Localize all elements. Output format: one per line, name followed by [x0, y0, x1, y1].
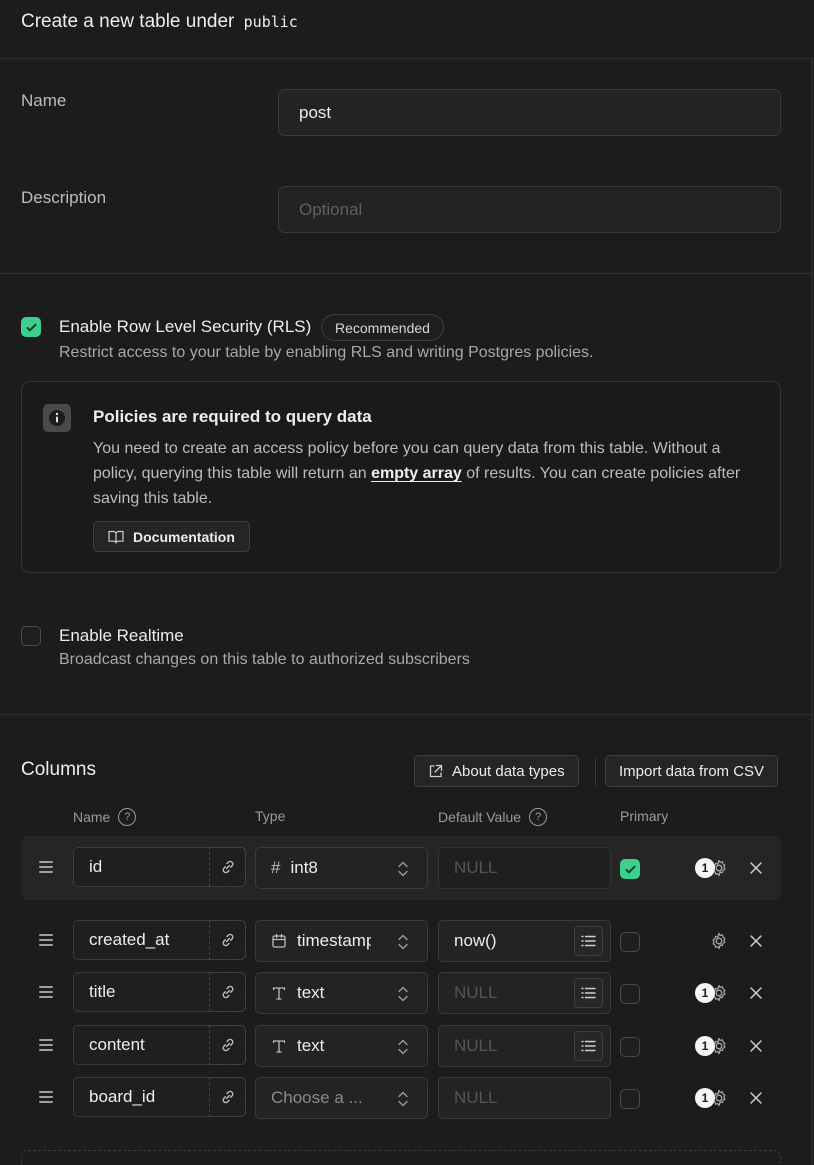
external-link-icon — [429, 764, 443, 777]
text-type-icon — [272, 1040, 286, 1053]
chevron-up-down-icon — [398, 1039, 408, 1055]
chevron-up-down-icon — [398, 1091, 408, 1107]
drag-handle-icon[interactable] — [39, 986, 53, 998]
drag-handle-icon[interactable] — [39, 1091, 53, 1103]
chevron-up-down-icon — [398, 986, 408, 1002]
column-row-created-at: created_at timestamptz now() — [21, 920, 781, 964]
dialog-header: Create a new table under public — [0, 0, 814, 59]
column-type-select[interactable]: timestamptz — [255, 920, 428, 962]
close-icon[interactable] — [748, 860, 764, 876]
scrollbar-track[interactable] — [811, 59, 813, 1165]
realtime-description: Broadcast changes on this table to autho… — [59, 651, 470, 668]
columns-title: Columns — [21, 759, 96, 780]
description-input[interactable] — [278, 186, 781, 233]
foreign-key-link-icon[interactable] — [209, 920, 246, 960]
drag-handle-icon[interactable] — [39, 934, 53, 946]
rls-description: Restrict access to your table by enablin… — [59, 344, 594, 361]
close-icon[interactable] — [748, 1038, 764, 1054]
schema-name: public — [243, 13, 298, 31]
primary-key-checkbox[interactable] — [620, 1089, 640, 1109]
import-csv-button[interactable]: Import data from CSV — [605, 755, 779, 787]
check-icon — [624, 865, 636, 873]
col-header-type: Type — [255, 808, 286, 824]
calendar-icon — [272, 933, 286, 948]
info-icon — [43, 404, 71, 432]
callout-title: Policies are required to query data — [93, 407, 372, 426]
chevron-up-down-icon — [398, 934, 408, 950]
column-type-select[interactable]: text — [255, 1025, 428, 1067]
column-row-content: content text NULL 1 — [21, 1025, 781, 1069]
col-header-name: Name? — [73, 808, 137, 826]
default-value-input[interactable]: now() — [438, 920, 611, 962]
help-icon[interactable]: ? — [529, 808, 548, 826]
drag-handle-icon[interactable] — [39, 861, 53, 873]
rls-checkbox[interactable] — [21, 317, 41, 337]
column-name-input[interactable]: id — [73, 847, 246, 887]
foreign-key-link-icon[interactable] — [209, 1025, 246, 1065]
column-name-input[interactable]: content — [73, 1025, 246, 1065]
table-name-input[interactable] — [278, 89, 781, 136]
description-label: Description — [21, 188, 107, 207]
foreign-key-link-icon[interactable] — [209, 972, 246, 1012]
divider — [0, 714, 811, 715]
button-separator — [595, 757, 596, 786]
policies-callout: Policies are required to query data You … — [21, 381, 781, 573]
column-row-board-id: board_id Choose a ... NULL 1 — [21, 1077, 781, 1121]
column-name-input[interactable]: title — [73, 972, 246, 1012]
column-name-input[interactable]: board_id — [73, 1077, 246, 1117]
name-label: Name — [21, 91, 67, 110]
gear-icon[interactable] — [709, 931, 729, 951]
foreign-key-link-icon[interactable] — [209, 1077, 246, 1117]
close-icon[interactable] — [748, 933, 764, 949]
drag-handle-icon[interactable] — [39, 1039, 53, 1051]
divider — [0, 273, 811, 274]
notification-badge: 1 — [695, 983, 715, 1003]
realtime-title[interactable]: Enable Realtime — [59, 626, 184, 646]
default-value-input[interactable]: NULL — [438, 1077, 611, 1119]
foreign-key-link-icon[interactable] — [209, 847, 246, 887]
add-column-dropzone[interactable] — [21, 1150, 781, 1165]
recommended-badge: Recommended — [321, 314, 444, 341]
rls-title[interactable]: Enable Row Level Security (RLS) — [59, 317, 311, 337]
check-icon — [25, 323, 37, 331]
close-icon[interactable] — [748, 985, 764, 1001]
primary-key-checkbox[interactable] — [620, 932, 640, 952]
realtime-checkbox[interactable] — [21, 626, 41, 646]
col-header-default: Default Value? — [438, 808, 548, 826]
column-type-select[interactable]: Choose a ... — [255, 1077, 428, 1119]
primary-key-checkbox[interactable] — [620, 1037, 640, 1057]
column-type-select[interactable]: # int8 — [255, 847, 428, 889]
default-value-input[interactable]: NULL — [438, 972, 611, 1014]
primary-key-checkbox[interactable] — [620, 859, 640, 879]
close-icon[interactable] — [748, 1090, 764, 1106]
suggestions-list-icon[interactable] — [574, 1031, 603, 1061]
about-data-types-button[interactable]: About data types — [414, 755, 579, 787]
column-row-id: id # int8 NULL 1 — [21, 847, 781, 891]
empty-array-link[interactable]: empty array — [371, 465, 462, 482]
column-type-select[interactable]: text — [255, 972, 428, 1014]
col-header-primary: Primary — [620, 808, 669, 824]
help-icon[interactable]: ? — [118, 808, 137, 826]
text-type-icon — [272, 987, 286, 1000]
suggestions-list-icon[interactable] — [574, 978, 603, 1008]
default-value-input[interactable]: NULL — [438, 847, 611, 889]
suggestions-list-icon[interactable] — [574, 926, 603, 956]
dialog-title: Create a new table under public — [21, 11, 298, 32]
callout-text: You need to create an access policy befo… — [93, 440, 741, 507]
notification-badge: 1 — [695, 858, 715, 878]
documentation-button[interactable]: Documentation — [93, 521, 250, 552]
column-name-input[interactable]: created_at — [73, 920, 246, 960]
book-icon — [108, 530, 124, 544]
column-row-title: title text NULL 1 — [21, 972, 781, 1016]
hash-icon: # — [271, 858, 281, 877]
notification-badge: 1 — [695, 1036, 715, 1056]
default-value-input[interactable]: NULL — [438, 1025, 611, 1067]
primary-key-checkbox[interactable] — [620, 984, 640, 1004]
notification-badge: 1 — [695, 1088, 715, 1108]
chevron-up-down-icon — [398, 861, 408, 877]
